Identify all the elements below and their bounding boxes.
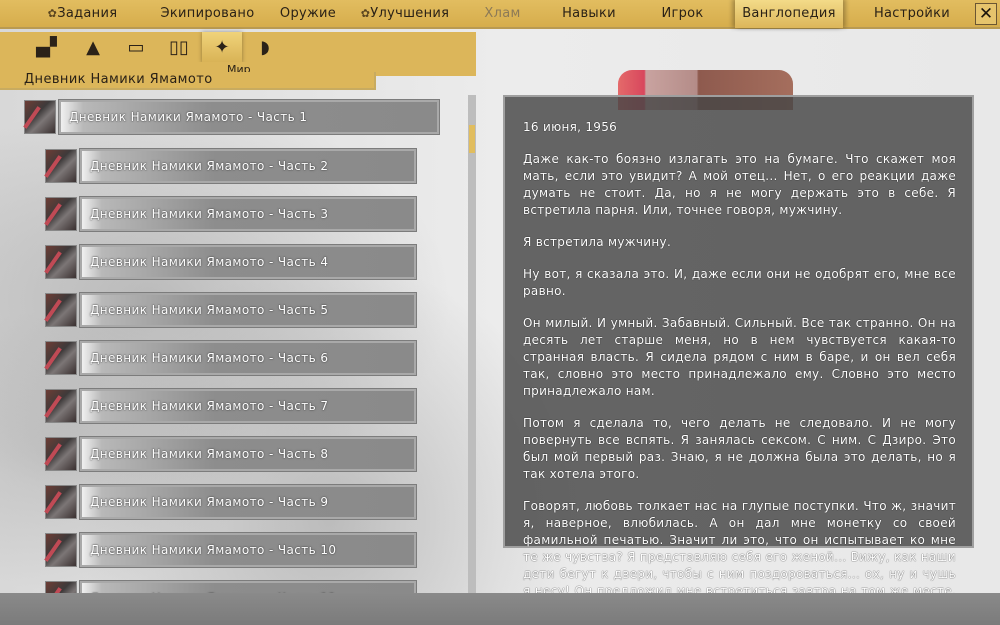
entry-paragraph: Потом я сделала то, чего делать не следо… [523,416,956,481]
list-item-label[interactable]: Дневник Намики Ямамото - Часть 5 [79,292,417,328]
diary-thumbnail-icon [45,245,77,279]
tab-label: Экипировано [160,6,255,21]
list-item[interactable]: Дневник Намики Ямамото - Часть 8 [45,436,417,472]
tab-6[interactable]: Игрок [650,0,715,28]
diary-thumbnail-icon [45,293,77,327]
diary-thumbnail-icon [45,197,77,231]
tab-label: Оружие [279,6,337,21]
list-item[interactable]: Дневник Намики Ямамото - Часть 1 [24,99,440,135]
tab-label: Улучшения [370,6,450,21]
tab-0[interactable]: ✿Задания [30,0,135,28]
list-scrollbar[interactable] [468,95,476,593]
tab-label: Игрок [661,6,704,21]
list-item-label[interactable]: Дневник Намики Ямамото - Часть 3 [79,196,417,232]
list-item-label[interactable]: Дневник Намики Ямамото - Часть 7 [79,388,417,424]
diary-thumbnail-icon [45,341,77,375]
diary-thumbnail-icon [45,149,77,183]
main-nav: ✿Задания Экипировано Оружие ✿Улучшения Хлам Н… [0,0,1000,29]
category-bar: ▄▘ ▲ ▭ ▯▯ ✦ ◗ [0,31,476,63]
chat-icon[interactable]: ▭ [116,32,156,63]
book-icon[interactable]: ▯▯ [159,32,199,63]
diary-thumbnail-icon [45,389,77,423]
tab-label: Навыки [562,6,616,21]
list-item-label[interactable]: Дневник Намики Ямамото - Часть 9 [79,484,417,520]
entry-text-panel: 16 июня, 1956 Даже как-то боязно излагат… [503,95,974,615]
list-item[interactable]: Дневник Намики Ямамото - Часть 7 [45,388,417,424]
list-item-label[interactable]: Дневник Намики Ямамото - Часть 8 [79,436,417,472]
tab-label: Ванглопедия [742,6,836,21]
tab-7[interactable]: Ванглопедия [735,0,843,28]
tab-2[interactable]: Оружие [262,0,354,28]
list-item[interactable]: Дневник Намики Ямамото - Часть 9 [45,484,417,520]
tab-5[interactable]: Навыки [548,0,630,28]
entry-paragraph: Я встретила мужчину. [523,235,672,249]
list-item[interactable]: Дневник Намики Ямамото - Часть 4 [45,244,417,280]
list-item[interactable]: Дневник Намики Ямамото - Часть 5 [45,292,417,328]
list-item[interactable]: Дневник Намики Ямамото - Часть 3 [45,196,417,232]
close-button[interactable]: ✕ [975,3,997,25]
list-item[interactable]: Дневник Намики Ямамото - Часть 6 [45,340,417,376]
star-icon: ✿ [360,7,371,20]
entry-paragraph: Он милый. И умный. Забавный. Сильный. Вс… [523,316,956,398]
list-item[interactable]: Дневник Намики Ямамото - Часть 2 [45,148,417,184]
diary-thumbnail-icon [45,437,77,471]
tab-3[interactable]: ✿Улучшения [355,0,455,28]
creature-icon[interactable]: ▲ [73,32,113,63]
compass-icon[interactable]: ✦ [202,31,242,63]
list-item-label[interactable]: Дневник Намики Ямамото - Часть 2 [79,148,417,184]
diary-thumbnail-icon [45,485,77,519]
list-item[interactable]: Дневник Намики Ямамото - Часть 10 [45,532,417,568]
list-item-label[interactable]: Дневник Намики Ямамото - Часть 4 [79,244,417,280]
list-item-label[interactable]: Дневник Намики Ямамото - Часть 6 [79,340,417,376]
bottom-bar [0,593,1000,625]
tab-4[interactable]: Хлам [475,0,530,28]
diary-thumbnail-icon [24,100,56,134]
entry-paragraph: Ну вот, я сказала это. И, даже если они … [523,267,956,298]
diary-thumbnail-icon [45,533,77,567]
tab-label: Задания [57,6,118,21]
pistol-icon[interactable]: ▄▘ [30,32,70,63]
tab-1[interactable]: Экипировано [140,0,275,28]
list-item-label[interactable]: Дневник Намики Ямамото - Часть 10 [79,532,417,568]
entry-date: 16 июня, 1956 [523,120,618,134]
tab-8[interactable]: Настройки [862,0,962,28]
helmet-icon[interactable]: ◗ [245,32,285,63]
list-header: Дневник Намики Ямамото [0,72,376,90]
tab-label: Настройки [873,6,951,21]
entry-paragraph: Даже как-то боязно излагать это на бумаг… [523,152,956,217]
scrollbar-thumb[interactable] [469,125,475,153]
list-item-label[interactable]: Дневник Намики Ямамото - Часть 1 [58,99,440,135]
tab-label: Хлам [484,6,521,21]
star-icon: ✿ [47,7,58,20]
